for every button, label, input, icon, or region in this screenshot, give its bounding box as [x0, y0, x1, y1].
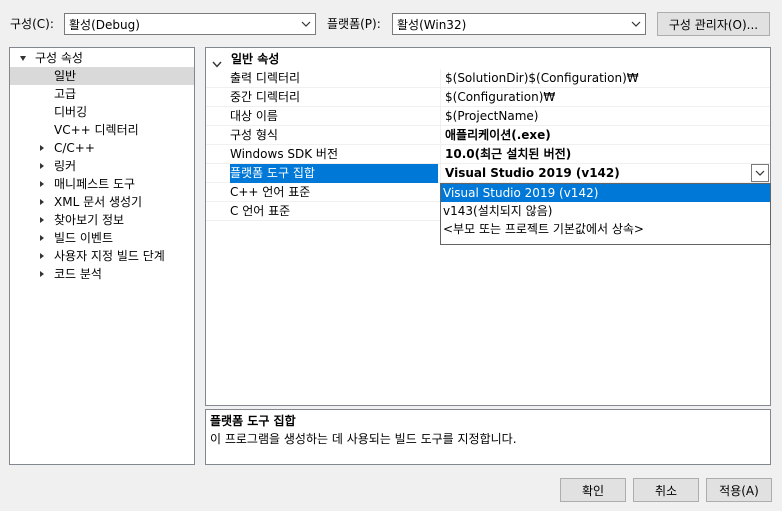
- property-name: 중간 디렉터리: [230, 90, 301, 104]
- expand-arrow-icon[interactable]: [40, 271, 44, 277]
- property-name: 구성 형식: [230, 128, 278, 142]
- property-value: $(ProjectName): [440, 107, 770, 126]
- chevron-down-icon: [627, 14, 645, 34]
- config-select-value: 활성(Debug): [69, 17, 140, 32]
- config-label: 구성(C):: [10, 17, 54, 31]
- property-value: Visual Studio 2019 (v142): [440, 164, 750, 183]
- tree-item-label: 사용자 지정 빌드 단계: [54, 249, 165, 263]
- property-tree: 구성 속성 일반 고급 디버깅 VC++ 디렉터리 C/C++ 링커 매니페스트…: [9, 47, 195, 465]
- property-row-intermediate-dir[interactable]: 중간 디렉터리 $(Configuration)₩: [206, 88, 770, 107]
- platform-select-value: 활성(Win32): [397, 17, 467, 32]
- tree-item-debugging[interactable]: 디버깅: [10, 103, 194, 121]
- config-select[interactable]: 활성(Debug): [64, 13, 316, 35]
- config-manager-button[interactable]: 구성 관리자(O)...: [657, 12, 770, 36]
- property-name: 출력 디렉터리: [230, 71, 301, 85]
- tree-item-manifest-tool[interactable]: 매니페스트 도구: [10, 175, 194, 193]
- tree-item-label: 코드 분석: [54, 267, 102, 281]
- expand-arrow-icon[interactable]: [40, 145, 44, 151]
- tree-item-browse-info[interactable]: 찾아보기 정보: [10, 211, 194, 229]
- property-name: 플랫폼 도구 집합: [230, 164, 438, 183]
- apply-button[interactable]: 적용(A): [706, 478, 772, 502]
- tree-item-advanced[interactable]: 고급: [10, 85, 194, 103]
- property-row-sdk-version[interactable]: Windows SDK 버전 10.0(최근 설치된 버전): [206, 145, 770, 164]
- expand-arrow-icon[interactable]: [40, 181, 44, 187]
- dropdown-option[interactable]: <부모 또는 프로젝트 기본값에서 상속>: [441, 220, 770, 238]
- tree-item-label: 매니페스트 도구: [54, 177, 136, 191]
- tree-root-item[interactable]: 구성 속성: [10, 49, 194, 67]
- toolset-dropdown-list[interactable]: Visual Studio 2019 (v142) v143(설치되지 않음) …: [440, 183, 771, 245]
- cancel-button[interactable]: 취소: [633, 478, 699, 502]
- expand-arrow-icon[interactable]: [40, 253, 44, 259]
- dropdown-option[interactable]: v143(설치되지 않음): [441, 202, 770, 220]
- property-row-platform-toolset[interactable]: 플랫폼 도구 집합 Visual Studio 2019 (v142): [206, 164, 770, 183]
- platform-select[interactable]: 활성(Win32): [392, 13, 646, 35]
- expand-arrow-icon[interactable]: [40, 163, 44, 169]
- tree-item-label: 찾아보기 정보: [54, 213, 125, 227]
- property-value: $(Configuration)₩: [440, 88, 770, 107]
- tree-item-label: 디버깅: [54, 105, 88, 119]
- tree-item-general[interactable]: 일반: [10, 67, 194, 85]
- chevron-down-icon: [755, 170, 765, 176]
- tree-item-vc-directories[interactable]: VC++ 디렉터리: [10, 121, 194, 139]
- description-title: 플랫폼 도구 집합: [210, 414, 296, 428]
- property-row-output-dir[interactable]: 출력 디렉터리 $(SolutionDir)$(Configuration)₩: [206, 69, 770, 88]
- expand-arrow-icon[interactable]: [40, 199, 44, 205]
- tree-item-cpp[interactable]: C/C++: [10, 139, 194, 157]
- expand-arrow-icon[interactable]: [40, 235, 44, 241]
- expand-arrow-icon[interactable]: [40, 217, 44, 223]
- tree-item-xml-doc-generator[interactable]: XML 문서 생성기: [10, 193, 194, 211]
- tree-item-label: VC++ 디렉터리: [54, 123, 139, 137]
- category-header[interactable]: 일반 속성: [206, 50, 770, 69]
- property-value: 애플리케이션(.exe): [440, 126, 770, 145]
- tree-item-label: C/C++: [54, 141, 95, 155]
- property-name: C 언어 표준: [230, 204, 291, 218]
- description-pane: 플랫폼 도구 집합 이 프로그램을 생성하는 데 사용되는 빌드 도구를 지정합…: [205, 409, 771, 465]
- property-value: 10.0(최근 설치된 버전): [440, 145, 770, 164]
- tree-item-linker[interactable]: 링커: [10, 157, 194, 175]
- property-name: Windows SDK 버전: [230, 147, 339, 161]
- property-value: $(SolutionDir)$(Configuration)₩: [440, 69, 770, 88]
- tree-item-label: 고급: [54, 87, 77, 101]
- dropdown-option[interactable]: Visual Studio 2019 (v142): [441, 184, 770, 202]
- tree-item-label: 빌드 이벤트: [54, 231, 114, 245]
- dropdown-toggle-button[interactable]: [751, 164, 769, 182]
- chevron-down-icon: [297, 14, 315, 34]
- ok-button[interactable]: 확인: [560, 478, 626, 502]
- tree-item-label: XML 문서 생성기: [54, 195, 143, 209]
- tree-item-custom-build-step[interactable]: 사용자 지정 빌드 단계: [10, 247, 194, 265]
- tree-item-code-analysis[interactable]: 코드 분석: [10, 265, 194, 283]
- property-name: C++ 언어 표준: [230, 185, 311, 199]
- description-text: 이 프로그램을 생성하는 데 사용되는 빌드 도구를 지정합니다.: [210, 432, 517, 446]
- expand-arrow-icon[interactable]: [20, 56, 26, 61]
- tree-item-label: 일반: [54, 69, 77, 83]
- tree-root-label: 구성 속성: [35, 51, 83, 65]
- property-row-target-name[interactable]: 대상 이름 $(ProjectName): [206, 107, 770, 126]
- property-name: 대상 이름: [230, 109, 278, 123]
- platform-label: 플랫폼(P):: [327, 17, 381, 31]
- property-row-config-type[interactable]: 구성 형식 애플리케이션(.exe): [206, 126, 770, 145]
- tree-item-build-events[interactable]: 빌드 이벤트: [10, 229, 194, 247]
- category-title: 일반 속성: [231, 52, 280, 66]
- tree-item-label: 링커: [54, 159, 77, 173]
